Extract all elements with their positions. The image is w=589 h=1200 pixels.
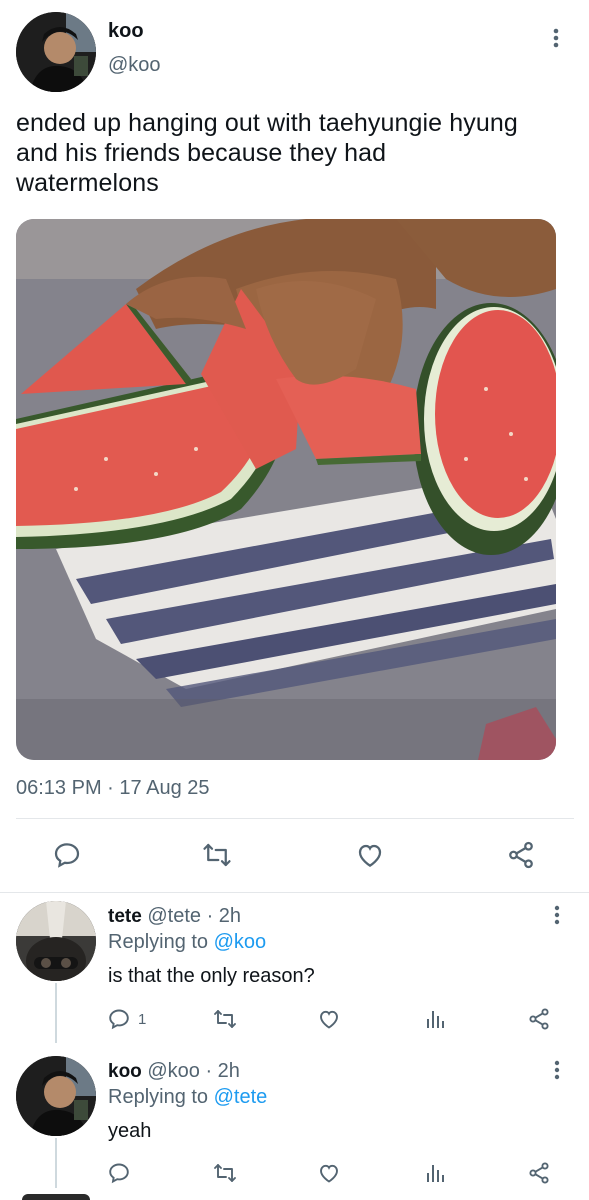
analytics-icon[interactable] [420, 1158, 450, 1188]
author-name[interactable]: koo [108, 20, 144, 43]
reply-text: is that the only reason? [108, 965, 315, 987]
tweet-text-line: and his friends because they had [16, 139, 387, 167]
replying-to-link[interactable]: @tete [214, 1086, 268, 1108]
heart-icon[interactable] [352, 837, 388, 873]
retweet-icon[interactable] [199, 837, 235, 873]
reply-icon [104, 1004, 134, 1034]
next-reply-avatar[interactable] [22, 1194, 90, 1200]
tweet-photo[interactable] [16, 219, 556, 760]
reply-icon[interactable] [49, 837, 85, 873]
tweet-timestamp[interactable]: 06:13 PM · 17 Aug 25 [16, 777, 210, 800]
more-vertical-icon[interactable] [544, 26, 568, 50]
reply-icon[interactable] [104, 1158, 134, 1188]
tweet-date: 17 Aug 25 [119, 777, 210, 799]
reply-count: 1 [138, 1010, 147, 1028]
reply-header: koo @koo · 2h [108, 1059, 240, 1084]
divider [16, 818, 574, 819]
retweet-icon[interactable] [210, 1158, 240, 1188]
more-vertical-icon[interactable] [545, 903, 569, 927]
reply-age: · 2h [206, 905, 242, 927]
analytics-icon[interactable] [420, 1004, 450, 1034]
reply-author-handle[interactable]: @koo [147, 1060, 200, 1082]
reply-author-name[interactable]: tete [108, 906, 142, 927]
reply-author-name[interactable]: koo [108, 1061, 142, 1082]
avatar-image [16, 12, 96, 92]
tweet-time: 06:13 PM [16, 777, 102, 799]
heart-icon[interactable] [314, 1158, 344, 1188]
replying-to: Replying to @koo [108, 930, 266, 954]
avatar-image [16, 1056, 96, 1136]
reply-age: · 2h [205, 1060, 240, 1082]
avatar-image [16, 901, 96, 981]
heart-icon[interactable] [314, 1004, 344, 1034]
share-icon[interactable] [524, 1158, 554, 1188]
share-icon[interactable] [524, 1004, 554, 1034]
timestamp-separator: · [107, 777, 114, 799]
replying-to-label: Replying to [108, 1086, 209, 1108]
reply-avatar[interactable] [16, 901, 96, 981]
tweet-text-line: ended up hanging out with taehyungie hyu… [16, 109, 518, 137]
reply-text: yeah [108, 1120, 152, 1142]
tweet-text-line: watermelons [16, 169, 159, 197]
reply-actions: 1 [104, 1004, 564, 1034]
author-handle[interactable]: @koo [108, 54, 161, 77]
retweet-icon[interactable] [210, 1004, 240, 1034]
replying-to-label: Replying to [108, 931, 209, 953]
tweet-text: ended up hanging out with taehyungie hyu… [16, 108, 576, 198]
reply-actions [104, 1158, 564, 1188]
share-icon[interactable] [503, 837, 539, 873]
reply-header: tete @tete · 2h [108, 904, 241, 929]
reply-avatar[interactable] [16, 1056, 96, 1136]
more-vertical-icon[interactable] [545, 1058, 569, 1082]
author-avatar[interactable] [16, 12, 96, 92]
replying-to: Replying to @tete [108, 1085, 267, 1109]
watermelon-photo [16, 219, 556, 760]
reply-button[interactable]: 1 [104, 1004, 146, 1034]
thread-line [55, 1138, 57, 1188]
divider [0, 892, 589, 893]
replying-to-link[interactable]: @koo [214, 931, 267, 953]
thread-line [55, 983, 57, 1043]
reply-author-handle[interactable]: @tete [147, 905, 201, 927]
